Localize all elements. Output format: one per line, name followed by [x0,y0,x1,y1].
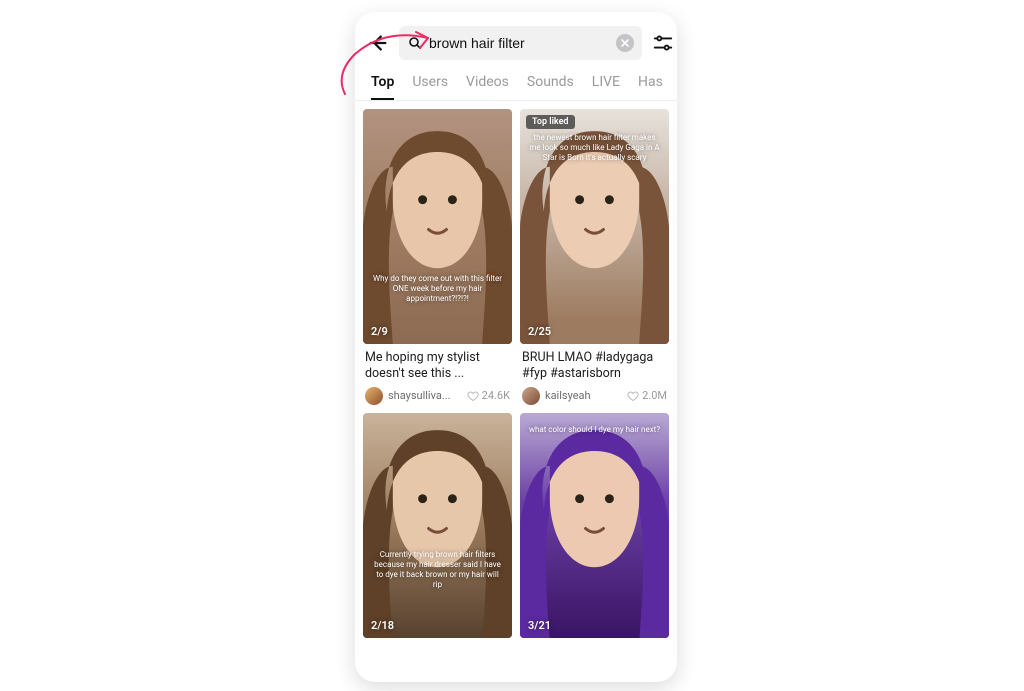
phone-frame: Top Users Videos Sounds LIVE Has Why do they … [355,12,677,682]
search-box[interactable] [399,26,642,60]
tab-top[interactable]: Top [371,70,394,100]
search-tabs: Top Users Videos Sounds LIVE Has [355,70,677,101]
video-thumbnail[interactable]: what color should I dye my hair next? 3/2… [520,413,669,638]
result-card: Why do they come out with this filter ON… [363,109,512,405]
video-date: 2/9 [371,325,388,338]
video-date: 3/21 [528,619,551,632]
search-icon [407,35,423,51]
video-caption: Me hoping my stylist doesn't see this ..… [365,350,510,383]
username: shaysulliva... [388,389,451,402]
filter-icon[interactable] [652,32,674,54]
video-thumbnail[interactable]: Why do they come out with this filter ON… [363,109,512,344]
user-chip[interactable]: kailsyeah [522,387,591,405]
video-meta-row: shaysulliva... 24.6K [363,387,512,405]
results-grid: Why do they come out with this filter ON… [355,101,677,682]
top-liked-badge: Top liked [526,115,575,129]
video-date: 2/18 [371,619,394,632]
like-count: 24.6K [467,389,510,402]
heart-icon [627,390,639,402]
result-card: Currently trying brown hair filters beca… [363,413,512,638]
tab-live[interactable]: LIVE [592,70,620,100]
video-date: 2/25 [528,325,551,338]
tab-users[interactable]: Users [412,70,448,100]
back-icon[interactable] [367,32,389,54]
clear-search-icon[interactable] [616,34,634,52]
video-thumbnail[interactable]: Top liked the newest brown hair filter ma… [520,109,669,344]
avatar [365,387,383,405]
search-header [355,12,677,70]
video-caption-overlay: what color should I dye my hair next? [528,425,661,435]
result-card: what color should I dye my hair next? 3/2… [520,413,669,638]
video-meta-row: kailsyeah 2.0M [520,387,669,405]
search-input[interactable] [429,35,610,51]
video-caption-overlay: Currently trying brown hair filters beca… [371,550,504,590]
video-thumbnail[interactable]: Currently trying brown hair filters beca… [363,413,512,638]
result-card: Top liked the newest brown hair filter ma… [520,109,669,405]
video-caption: BRUH LMAO #ladygaga #fyp #astarisborn [522,350,667,383]
heart-icon [467,390,479,402]
tab-videos[interactable]: Videos [466,70,509,100]
username: kailsyeah [545,389,591,402]
tab-sounds[interactable]: Sounds [527,70,574,100]
tab-has[interactable]: Has [638,70,663,100]
like-count: 2.0M [627,389,667,402]
user-chip[interactable]: shaysulliva... [365,387,451,405]
avatar [522,387,540,405]
video-caption-overlay: Why do they come out with this filter ON… [371,274,504,304]
video-caption-overlay: the newest brown hair filter makes me lo… [528,133,661,163]
